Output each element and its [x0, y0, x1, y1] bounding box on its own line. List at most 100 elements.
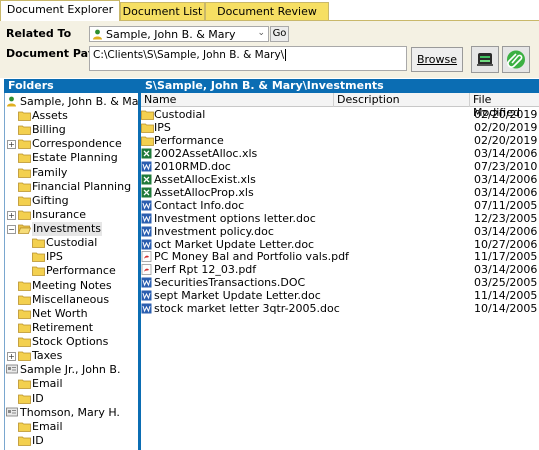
- file-list-header: Name Description File Modified: [141, 93, 539, 119]
- tree-item-label: Family: [32, 165, 68, 179]
- tree-item-label: Correspondence: [32, 137, 122, 151]
- tree-item[interactable]: Sample, John B. & Mary: [5, 95, 138, 109]
- file-modified-date: 03/14/2006: [474, 185, 538, 199]
- file-row[interactable]: oct Market Update Letter.doc 10/27/2006: [141, 238, 539, 251]
- tree-item[interactable]: Assets: [5, 109, 138, 123]
- file-modified-date: 10/14/2005: [474, 302, 538, 316]
- file-name: AssetAllocProp.xls: [154, 185, 254, 199]
- file-name: oct Market Update Letter.doc: [154, 237, 315, 251]
- paperclip-icon: [503, 50, 529, 75]
- chevron-down-icon[interactable]: ⌄: [257, 28, 265, 38]
- tree-item[interactable]: Miscellaneous: [5, 293, 138, 307]
- expand-icon[interactable]: +: [7, 352, 16, 362]
- file-row[interactable]: AssetAllocProp.xls 03/14/2006: [141, 186, 539, 199]
- document-path-field[interactable]: C:\Clients\S\Sample, John B. & Mary\: [89, 46, 407, 71]
- tree-item-label: Retirement: [32, 320, 94, 334]
- tree-item[interactable]: Email: [5, 420, 138, 434]
- tree-item-label: Taxes: [32, 349, 63, 363]
- tree-item[interactable]: Retirement: [5, 321, 138, 335]
- scanner-icon: [472, 53, 498, 75]
- tree-item[interactable]: Meeting Notes: [5, 279, 138, 293]
- column-header-file-modified[interactable]: File Modified: [470, 93, 539, 119]
- file-name: 2002AssetAlloc.xls: [154, 146, 258, 160]
- file-row[interactable]: Contact Info.doc 07/11/2005: [141, 199, 539, 212]
- file-row[interactable]: SecuritiesTransactions.DOC 03/25/2005: [141, 276, 539, 289]
- file-row[interactable]: 2010RMD.doc 07/23/2010: [141, 160, 539, 173]
- tab-document-review[interactable]: Document Review: [205, 2, 329, 20]
- expand-icon[interactable]: +: [7, 210, 16, 220]
- tree-item[interactable]: IPS: [5, 250, 138, 264]
- file-modified-date: 03/14/2006: [474, 224, 538, 238]
- tree-item[interactable]: Financial Planning: [5, 180, 138, 194]
- file-row[interactable]: PC Money Bal and Portfolio vals.pdf 11/17…: [141, 250, 539, 263]
- browse-label: Browse: [416, 53, 458, 66]
- tree-item[interactable]: + Taxes: [5, 349, 138, 363]
- file-name: stock market letter 3qtr-2005.doc: [154, 302, 340, 316]
- file-row[interactable]: sept Market Update Letter.doc 11/14/2005: [141, 289, 539, 302]
- expand-icon[interactable]: +: [7, 140, 16, 150]
- tree-item[interactable]: Thomson, Mary H.: [5, 406, 138, 420]
- tree-item-label: ID: [32, 391, 44, 405]
- tab-document-explorer[interactable]: Document Explorer: [0, 0, 120, 21]
- tree-item[interactable]: Estate Planning: [5, 151, 138, 165]
- tree-item-label: Email: [32, 419, 63, 433]
- tree-item[interactable]: ID: [5, 434, 138, 448]
- file-row[interactable]: Custodial 02/20/2019: [141, 108, 539, 121]
- file-name: Perf Rpt 12_03.pdf: [154, 263, 257, 277]
- tree-item[interactable]: Email: [5, 377, 138, 391]
- file-modified-date: 03/25/2005: [474, 276, 538, 290]
- folder-icon: [18, 435, 31, 450]
- file-modified-date: 03/14/2006: [474, 172, 538, 186]
- tree-item[interactable]: Family: [5, 166, 138, 180]
- tree-item[interactable]: Net Worth: [5, 307, 138, 321]
- card-icon: [6, 364, 18, 378]
- column-header-name[interactable]: Name: [141, 93, 334, 107]
- file-name: 2010RMD.doc: [154, 159, 231, 173]
- tab-document-list[interactable]: Document List: [120, 2, 205, 20]
- tree-item-label: Gifting: [32, 193, 69, 207]
- related-to-dropdown[interactable]: Sample, John B. & Mary ⌄: [89, 26, 269, 42]
- tree-item[interactable]: Billing: [5, 123, 138, 137]
- file-row[interactable]: Perf Rpt 12_03.pdf 03/14/2006: [141, 263, 539, 276]
- tree-item-label: Insurance: [32, 207, 86, 221]
- file-row[interactable]: Investment policy.doc 03/14/2006: [141, 225, 539, 238]
- go-button[interactable]: Go: [270, 26, 289, 42]
- scan-button[interactable]: [471, 46, 499, 73]
- tree-item-label: Thomson, Mary H.: [20, 405, 120, 419]
- tree-item-label: Miscellaneous: [32, 292, 110, 306]
- folders-header: Folders: [4, 79, 138, 93]
- tree-item[interactable]: − Investments: [5, 222, 138, 237]
- card-icon: [6, 407, 18, 421]
- file-row[interactable]: stock market letter 3qtr-2005.doc 10/14/2…: [141, 302, 539, 315]
- tree-item[interactable]: ID: [5, 392, 138, 406]
- file-modified-date: 03/14/2006: [474, 146, 538, 160]
- file-name: Contact Info.doc: [154, 198, 245, 212]
- file-name: Performance: [154, 133, 224, 147]
- tab-bar: Document Explorer Document List Document…: [0, 0, 539, 21]
- file-row[interactable]: 2002AssetAlloc.xls 03/14/2006: [141, 147, 539, 160]
- tree-item[interactable]: + Insurance: [5, 208, 138, 222]
- tree-item[interactable]: Performance: [5, 264, 138, 278]
- tree-item[interactable]: Sample Jr., John B.: [5, 363, 138, 377]
- tree-item-label: Performance: [46, 264, 116, 278]
- file-row[interactable]: Investment options letter.doc 12/23/2005: [141, 212, 539, 225]
- column-header-description[interactable]: Description: [334, 93, 470, 107]
- tree-item-label: Billing: [32, 123, 66, 137]
- file-row[interactable]: IPS 02/20/2019: [141, 121, 539, 134]
- tree-item[interactable]: Gifting: [5, 194, 138, 208]
- tree-item[interactable]: Custodial: [5, 236, 138, 250]
- file-row[interactable]: Performance 02/20/2019: [141, 134, 539, 147]
- attach-button[interactable]: [502, 46, 530, 73]
- collapse-icon[interactable]: −: [7, 225, 16, 235]
- related-to-label: Related To: [6, 27, 72, 40]
- file-row[interactable]: AssetAllocExist.xls 03/14/2006: [141, 173, 539, 186]
- browse-button[interactable]: Browse: [411, 47, 463, 72]
- folder-tree: Sample, John B. & Mary Assets Billing + Corr…: [4, 93, 138, 450]
- tree-item[interactable]: + Correspondence: [5, 137, 138, 151]
- file-name: Investment policy.doc: [154, 224, 274, 238]
- file-list: Name Description File Modified Custodial…: [141, 93, 539, 450]
- tree-item[interactable]: Stock Options: [5, 335, 138, 349]
- tree-item-label: Stock Options: [32, 335, 109, 349]
- file-modified-date: 10/27/2006: [474, 237, 538, 251]
- tree-item-label: Meeting Notes: [32, 278, 112, 292]
